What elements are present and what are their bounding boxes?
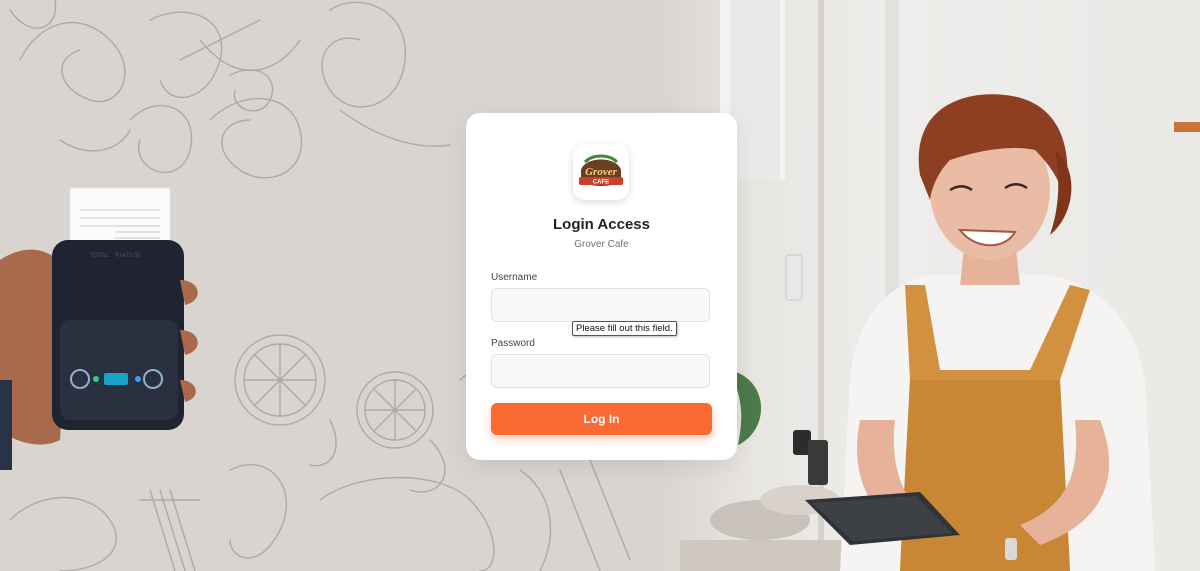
validation-tooltip: Please fill out this field. <box>572 321 677 336</box>
password-label: Password <box>491 338 535 349</box>
username-label: Username <box>491 272 538 283</box>
username-input[interactable] <box>491 288 710 322</box>
login-button[interactable]: Log In <box>491 403 712 435</box>
logo-banner-text: CAFE <box>593 180 609 186</box>
barista-photo <box>680 0 1200 571</box>
password-input[interactable] <box>491 354 710 388</box>
receipt-total-label: TOTAL <box>90 253 109 259</box>
login-title: Login Access <box>553 216 650 233</box>
login-page: TOTAL ₹1475.00 Grover CAFE Login Access … <box>0 0 1200 571</box>
receipt-printer-illustration: TOTAL ₹1475.00 <box>0 187 198 470</box>
login-subtitle: Grover Cafe <box>574 239 629 250</box>
login-card: Grover CAFE Login Access Grover Cafe Use… <box>466 113 737 460</box>
receipt-total-value: ₹1475.00 <box>115 252 141 259</box>
grover-cafe-logo: Grover CAFE <box>573 144 629 200</box>
logo-brand-text: Grover <box>585 166 617 178</box>
cafe-logo-icon: Grover CAFE <box>579 154 623 186</box>
